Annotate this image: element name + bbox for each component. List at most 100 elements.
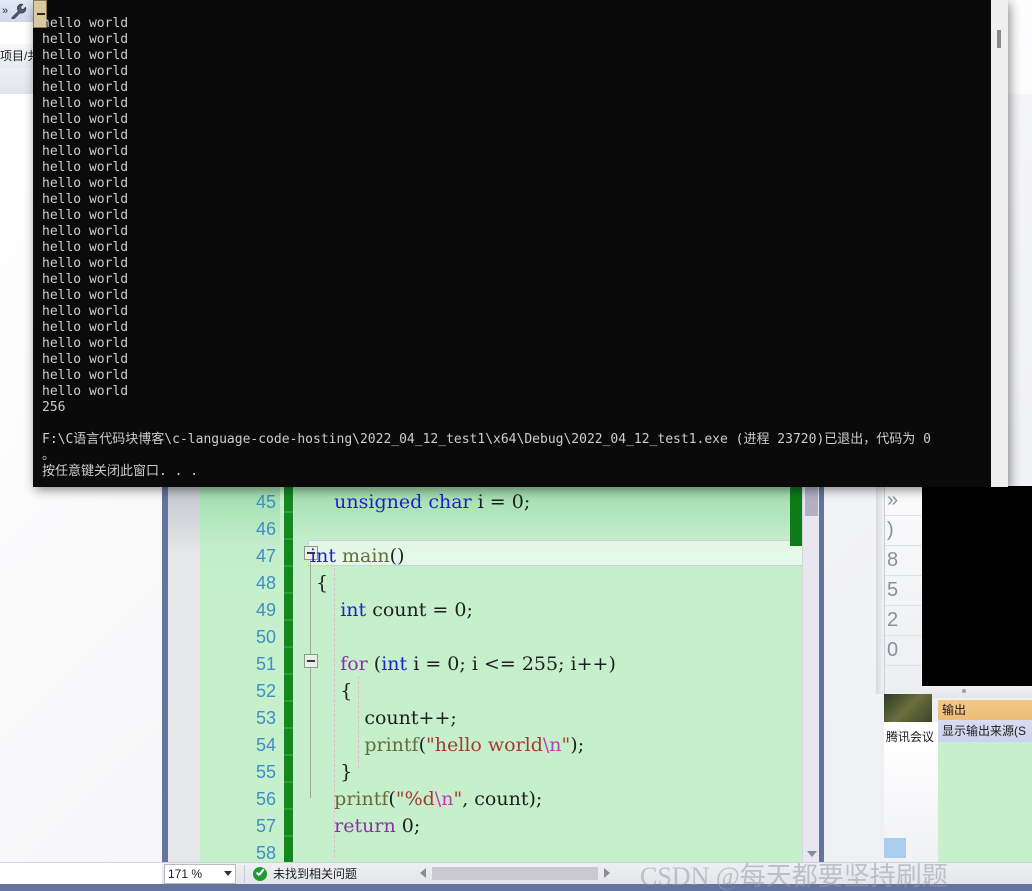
code-token: ( <box>419 734 426 756</box>
hscroll-thumb[interactable] <box>432 867 598 880</box>
code-token: count = <box>366 599 454 621</box>
watch-row: 5 <box>885 576 924 606</box>
line-number: 48 <box>200 570 276 597</box>
code-token: i = <box>472 491 512 513</box>
code-line[interactable]: return 0; <box>310 813 812 840</box>
code-line[interactable]: unsigned char i = 0; <box>310 489 812 516</box>
editor-horizontal-scrollbar[interactable] <box>420 864 610 882</box>
code-token <box>310 788 334 810</box>
output-source-dropdown[interactable]: 显示输出来源(S <box>938 720 1032 742</box>
code-line[interactable] <box>310 840 812 862</box>
code-token: 255 <box>522 653 558 675</box>
background-console-sliver <box>922 486 1032 686</box>
code-line[interactable]: printf("%d\n", count); <box>310 786 812 813</box>
code-token: \n <box>543 734 562 756</box>
code-token: } <box>310 761 352 783</box>
code-line[interactable] <box>310 516 812 543</box>
wrench-icon[interactable] <box>10 3 28 19</box>
window-bottom-strip <box>0 884 1032 891</box>
line-number: 55 <box>200 759 276 786</box>
code-token: "hello world <box>426 734 543 756</box>
code-token: char <box>428 491 471 513</box>
watch-row: 8 <box>885 546 924 576</box>
code-line[interactable] <box>310 624 812 651</box>
code-token: printf <box>364 734 418 756</box>
chevron-down-icon <box>807 851 817 857</box>
scroll-right-icon[interactable] <box>604 868 610 878</box>
code-token <box>310 734 364 756</box>
code-line[interactable]: int count = 0; <box>310 597 812 624</box>
editor-change-tracking-bar <box>284 486 293 862</box>
code-line[interactable]: printf("hello world\n"); <box>310 732 812 759</box>
editor-selection-margin[interactable] <box>168 486 200 862</box>
code-token: count++; <box>310 707 457 729</box>
code-token <box>310 653 340 675</box>
zoom-level-value: 171 % <box>168 867 202 881</box>
line-number: 45 <box>200 489 276 516</box>
watch-row: 2 <box>885 606 924 636</box>
line-number: 57 <box>200 813 276 840</box>
code-token: ; i++) <box>558 653 616 675</box>
problem-status-text: 未找到相关问题 <box>273 865 357 882</box>
line-number: 47 <box>200 543 276 570</box>
line-number: 51 <box>200 651 276 678</box>
screenshot-root: » 项目/共 » ) 8 5 2 0 腾讯会议 <box>0 0 1032 891</box>
code-line[interactable]: } <box>310 759 812 786</box>
code-token: return <box>334 815 396 837</box>
code-token: printf <box>334 788 388 810</box>
code-line[interactable]: count++; <box>310 705 812 732</box>
code-token: 0 <box>447 653 459 675</box>
tab-output[interactable]: 输出 <box>938 700 1032 720</box>
watch-row: ) <box>885 516 924 546</box>
code-token: 0 <box>402 815 414 837</box>
chevron-down-icon <box>224 871 232 876</box>
line-number: 50 <box>200 624 276 651</box>
scroll-left-icon[interactable] <box>420 868 426 878</box>
console-window[interactable]: hello world hello world hello world hell… <box>33 0 1008 487</box>
status-bar-left-gap <box>0 862 162 884</box>
code-token: " <box>562 734 571 756</box>
editor-vertical-scrollbar[interactable] <box>802 486 819 862</box>
editor-scrollbar-thumb[interactable] <box>805 486 818 516</box>
output-text-body <box>938 742 1032 862</box>
watch-row: 0 <box>885 636 924 666</box>
code-line[interactable]: { <box>310 570 812 597</box>
console-output-text: hello world hello world hello world hell… <box>42 16 931 480</box>
console-scrollbar[interactable] <box>991 0 1008 487</box>
tencent-meeting-label: 腾讯会议 <box>884 722 942 752</box>
background-console-grip-dot <box>962 689 966 693</box>
code-token: unsigned <box>334 491 422 513</box>
code-line[interactable]: { <box>310 678 812 705</box>
code-token: ); <box>570 734 584 756</box>
success-check-icon <box>253 867 267 881</box>
editor-scroll-down-button[interactable] <box>803 845 820 862</box>
code-token: { <box>310 572 328 594</box>
watch-values-panel[interactable]: » ) 8 5 2 0 <box>884 486 924 694</box>
code-token: \n <box>435 788 454 810</box>
watch-row: » <box>885 486 924 516</box>
code-token: , count); <box>462 788 542 810</box>
zoom-level-combobox[interactable]: 171 % <box>164 864 236 884</box>
hscroll-track[interactable] <box>432 867 598 880</box>
line-number: 58 <box>200 840 276 862</box>
console-caret-mark <box>37 13 45 15</box>
output-tool-window[interactable]: 输出 显示输出来源(S <box>938 700 1032 862</box>
code-token: () <box>390 545 405 567</box>
code-token: i = <box>407 653 447 675</box>
line-number: 52 <box>200 678 276 705</box>
line-number: 49 <box>200 597 276 624</box>
background-console-foot <box>922 686 1032 698</box>
scrollbar-change-marker <box>790 486 802 546</box>
code-token: main <box>342 545 390 567</box>
tencent-video-thumbnail[interactable] <box>884 694 932 722</box>
watch-panel-shadow <box>876 486 884 694</box>
code-token: { <box>310 680 352 702</box>
code-editor-pane[interactable]: 45 unsigned char i = 0;4647int main()48 … <box>162 486 812 862</box>
code-token: ; <box>414 815 420 837</box>
console-scrollbar-thumb[interactable] <box>997 30 1001 48</box>
code-line[interactable]: int main() <box>310 543 812 570</box>
code-token <box>310 491 334 513</box>
line-number: 56 <box>200 786 276 813</box>
code-line[interactable]: for (int i = 0; i <= 255; i++) <box>310 651 812 678</box>
toolbar-overflow-chevron-icon[interactable]: » <box>2 5 8 17</box>
